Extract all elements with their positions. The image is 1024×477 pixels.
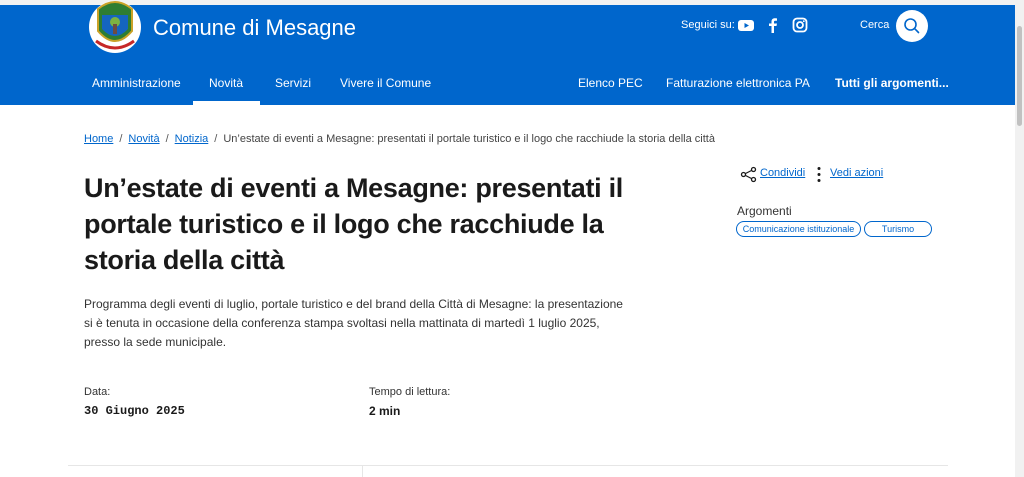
nav-vivere-il-comune[interactable]: Vivere il Comune bbox=[340, 76, 431, 90]
site-name[interactable]: Comune di Mesagne bbox=[153, 15, 356, 41]
article-description: Programma degli eventi di luglio, portal… bbox=[84, 297, 623, 349]
nav-servizi[interactable]: Servizi bbox=[275, 76, 311, 90]
search-label: Cerca bbox=[860, 19, 890, 31]
see-actions-button[interactable]: Vedi azioni bbox=[830, 167, 883, 179]
breadcrumb-separator: / bbox=[165, 133, 169, 145]
nav-elenco-pec[interactable]: Elenco PEC bbox=[578, 76, 643, 90]
page-title: Un’estate di eventi a Mesagne: presentat… bbox=[84, 173, 623, 275]
scrollbar-thumb[interactable] bbox=[1017, 26, 1022, 126]
topic-chip-turismo[interactable]: Turismo bbox=[864, 221, 932, 237]
site-header: Comune di Mesagne Seguici su: Cerca Ammi… bbox=[0, 1, 1015, 105]
search-button[interactable] bbox=[896, 10, 928, 42]
breadcrumb-current: Un’estate di eventi a Mesagne: presentat… bbox=[223, 133, 715, 145]
breadcrumb: Home / Novità / Notizia / Un’estate di eventi … bbox=[84, 133, 715, 145]
reading-time-value: 2 min bbox=[369, 404, 401, 418]
facebook-icon[interactable] bbox=[764, 16, 782, 34]
breadcrumb-novita[interactable]: Novità bbox=[128, 133, 159, 145]
nav-fatturazione-elettronica[interactable]: Fatturazione elettronica PA bbox=[666, 76, 810, 90]
breadcrumb-separator: / bbox=[119, 133, 123, 145]
date-value: 30 Giugno 2025 bbox=[84, 404, 185, 418]
share-icon[interactable] bbox=[740, 166, 757, 183]
breadcrumb-notizia[interactable]: Notizia bbox=[175, 133, 209, 145]
reading-time-label: Tempo di lettura: bbox=[369, 386, 451, 398]
topic-chip-comunicazione-istituzionale[interactable]: Comunicazione istituzionale bbox=[736, 221, 861, 237]
breadcrumb-home[interactable]: Home bbox=[84, 133, 113, 145]
more-vertical-icon[interactable] bbox=[816, 166, 822, 183]
date-label: Data: bbox=[84, 386, 111, 398]
breadcrumb-separator: / bbox=[214, 133, 218, 145]
instagram-icon[interactable] bbox=[791, 16, 809, 34]
nav-amministrazione[interactable]: Amministrazione bbox=[92, 76, 181, 90]
nav-novita[interactable]: Novità bbox=[209, 76, 243, 90]
nav-tutti-gli-argomenti[interactable]: Tutti gli argomenti... bbox=[835, 76, 949, 90]
search-icon bbox=[904, 18, 920, 34]
share-button[interactable]: Condividi bbox=[760, 167, 805, 179]
youtube-icon[interactable] bbox=[737, 16, 755, 34]
active-nav-indicator bbox=[193, 101, 260, 105]
section-divider bbox=[68, 465, 948, 466]
follow-label: Seguici su: bbox=[681, 19, 735, 31]
topics-label: Argomenti bbox=[737, 204, 792, 218]
column-divider bbox=[362, 465, 363, 477]
coat-of-arms-logo[interactable] bbox=[88, 0, 142, 55]
